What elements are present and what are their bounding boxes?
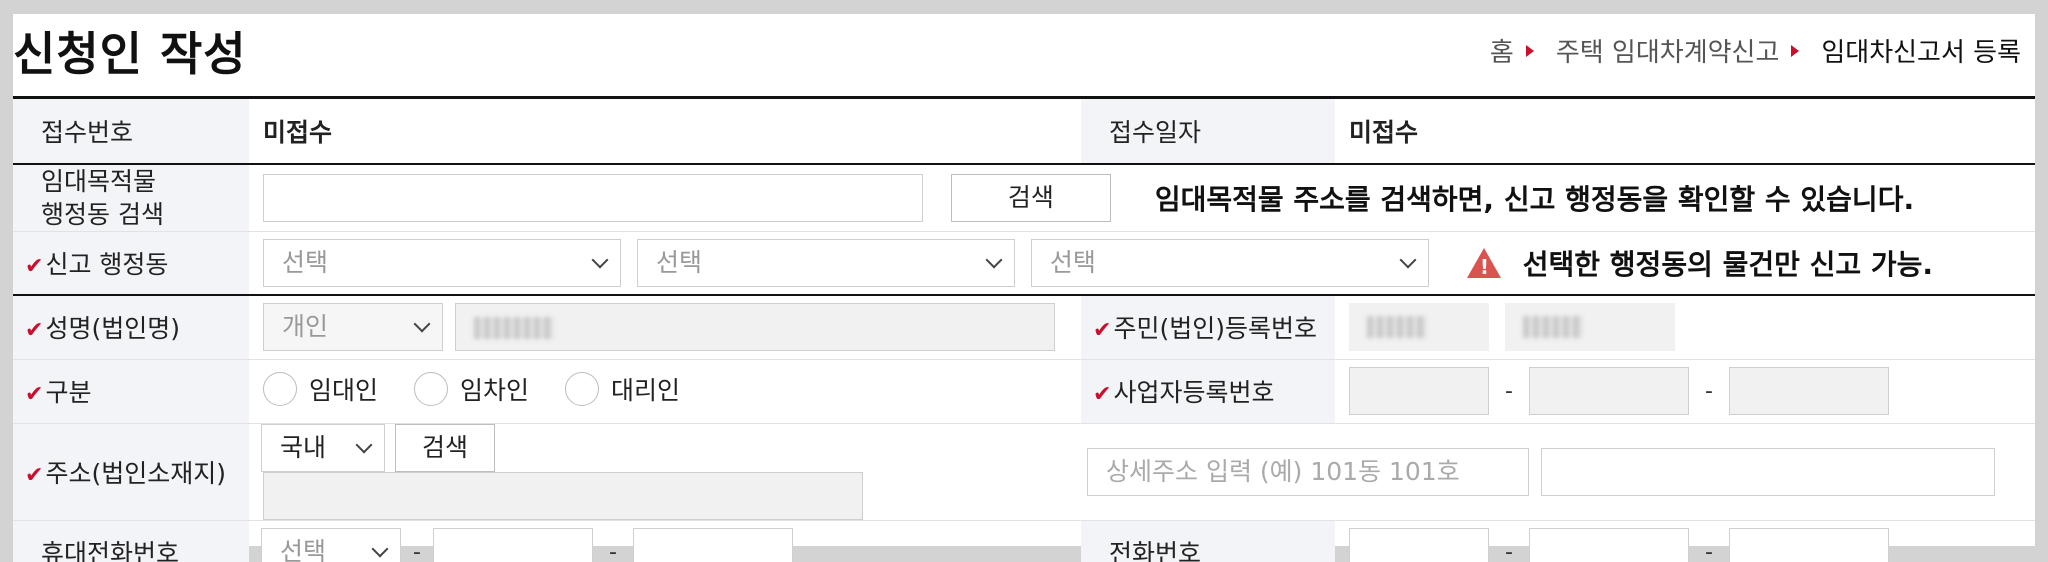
chevron-down-icon [371, 540, 389, 558]
name-input[interactable] [454, 303, 1055, 352]
receipt-date-label: 접수일자 [1081, 97, 1336, 164]
address-label: ✔주소(법인소재지) [13, 423, 249, 520]
mobile-prefix-select[interactable]: 선택 [261, 528, 401, 562]
receipt-number-label: 접수번호 [13, 97, 249, 164]
region-warning: 선택한 행정동의 물건만 신고 가능. [1522, 247, 1934, 281]
name-label: ✔성명(법인명) [13, 295, 249, 359]
breadcrumb-home[interactable]: 홈 [1490, 32, 1514, 69]
tel-part3-input[interactable] [1728, 528, 1889, 562]
country-select[interactable]: 국내 [261, 423, 385, 472]
radio-agent[interactable]: 대리인 [564, 371, 680, 407]
business-number-label: ✔사업자등록번호 [1081, 359, 1336, 423]
radio-tenant[interactable]: 임차인 [413, 371, 529, 407]
report-region-row: ✔신고 행정동 선택 선택 선택 ! 선택한 행정동의 물건만 신고 가능. [13, 231, 2036, 295]
type-label: ✔구분 [13, 359, 249, 423]
region-select-city[interactable]: 선택 [263, 238, 621, 287]
name-row: ✔성명(법인명) 개인 ✔주민(법인)등록번호 [13, 295, 2036, 359]
required-check-icon: ✔ [25, 382, 44, 407]
chevron-right-icon [1791, 44, 1800, 57]
property-search-row: 임대목적물 행정동 검색 검색 임대목적물 주소를 검색하면, 신고 행정동을 … [13, 163, 2036, 231]
radio-landlord[interactable]: 임대인 [263, 371, 378, 407]
page-title: 신청인 작성 [13, 27, 247, 81]
mobile-middle-input[interactable] [432, 528, 593, 562]
mobile-label: 휴대전화번호 [13, 520, 249, 562]
address-main-input[interactable] [263, 471, 863, 520]
chevron-down-icon [1399, 251, 1417, 269]
phone-row: 휴대전화번호 선택 - - 전화번호 -- [13, 520, 2035, 562]
registration-number-back[interactable] [1504, 303, 1675, 352]
address-row: ✔주소(법인소재지) 국내 검색 상세주소 입력 (예) 101동 101호 [13, 423, 2036, 520]
type-row: ✔구분 임대인 임차인 대리인 ✔사업자등록번호 -- [13, 359, 2036, 423]
breadcrumb: 홈 주택 임대차계약신고 임대차신고서 등록 [1490, 32, 2021, 69]
required-check-icon: ✔ [25, 462, 44, 488]
registration-number-label: ✔주민(법인)등록번호 [1081, 295, 1336, 359]
address-extra-input[interactable] [1540, 447, 1995, 496]
warning-triangle-icon: ! [1466, 247, 1501, 279]
tel-label: 전화번호 [1081, 520, 1336, 562]
breadcrumb-lease-report[interactable]: 주택 임대차계약신고 [1556, 32, 1780, 69]
address-search-button[interactable]: 검색 [394, 423, 495, 472]
business-number-part1[interactable] [1349, 367, 1490, 415]
chevron-down-icon [985, 251, 1003, 269]
masked-value [473, 317, 554, 340]
required-check-icon: ✔ [25, 318, 44, 344]
region-select-district[interactable]: 선택 [636, 238, 1015, 287]
masked-value [1367, 316, 1428, 339]
mobile-last-input[interactable] [632, 528, 793, 562]
property-search-input[interactable] [263, 173, 923, 222]
property-search-button[interactable]: 검색 [950, 173, 1111, 222]
registration-number-front[interactable] [1349, 303, 1490, 352]
address-detail-input[interactable]: 상세주소 입력 (예) 101동 101호 [1087, 447, 1530, 496]
required-check-icon: ✔ [1093, 382, 1112, 407]
breadcrumb-current: 임대차신고서 등록 [1821, 38, 2021, 68]
region-select-dong[interactable]: 선택 [1030, 238, 1429, 287]
masked-value [1522, 316, 1583, 339]
receipt-number-value: 미접수 [263, 117, 333, 147]
form-panel: 신청인 작성 홈 주택 임대차계약신고 임대차신고서 등록 접수번호 미접수 접… [13, 14, 2036, 562]
chevron-right-icon [1525, 44, 1534, 57]
required-check-icon: ✔ [25, 253, 44, 279]
person-type-select[interactable]: 개인 [263, 303, 443, 352]
business-number-part2[interactable] [1528, 367, 1689, 415]
chevron-down-icon [355, 436, 373, 453]
business-number-part3[interactable] [1728, 367, 1889, 415]
required-check-icon: ✔ [1093, 318, 1112, 344]
tel-part2-input[interactable] [1528, 528, 1689, 562]
property-search-label: 임대목적물 행정동 검색 [13, 163, 249, 231]
applicant-form: 접수번호 미접수 접수일자 미접수 임대목적물 행정동 검색 검색 임대목적물 … [13, 96, 2036, 562]
tel-part1-input[interactable] [1349, 528, 1490, 562]
chevron-down-icon [591, 251, 609, 269]
receipt-date-value: 미접수 [1349, 117, 1419, 147]
report-region-label: ✔신고 행정동 [13, 231, 249, 295]
chevron-down-icon [413, 315, 431, 333]
receipt-row: 접수번호 미접수 접수일자 미접수 [13, 97, 2036, 164]
property-search-notice: 임대목적물 주소를 검색하면, 신고 행정동을 확인할 수 있습니다. [1154, 182, 1915, 216]
